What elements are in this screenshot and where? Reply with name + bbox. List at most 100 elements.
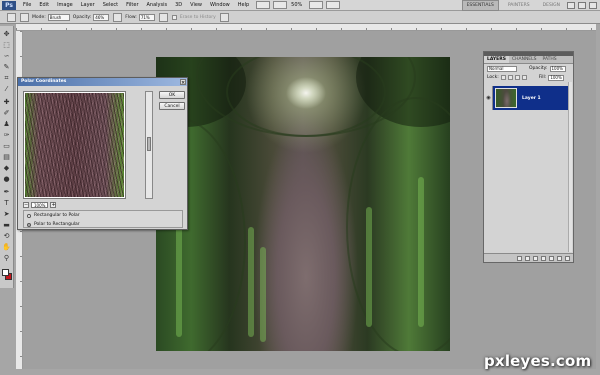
blur-tool-icon[interactable]: ◆: [2, 164, 11, 173]
polar-options-group: Rectangular to Polar Polar to Rectangula…: [23, 210, 183, 228]
ok-button[interactable]: OK: [159, 91, 185, 99]
eyedropper-tool-icon[interactable]: ⁄: [2, 85, 11, 94]
airbrush-icon[interactable]: [158, 12, 168, 22]
launch-minibridge-button[interactable]: [273, 1, 288, 9]
tab-channels[interactable]: CHANNELS: [509, 56, 540, 63]
layer-row[interactable]: ◉ Layer 1: [485, 86, 572, 110]
eraser-tool-icon[interactable]: ▭: [2, 142, 11, 151]
close-button[interactable]: [589, 1, 597, 9]
menu-image[interactable]: Image: [53, 0, 77, 11]
mode-label: Mode:: [32, 14, 46, 20]
zoom-out-button[interactable]: −: [23, 201, 29, 208]
horizontal-ruler[interactable]: [16, 24, 596, 31]
lock-pixels-icon[interactable]: [507, 75, 513, 80]
dialog-title: Polar Coordinates: [21, 79, 67, 84]
radio-rect-to-polar[interactable]: [27, 213, 31, 218]
layer-name[interactable]: Layer 1: [522, 96, 541, 101]
erase-to-history-checkbox[interactable]: [171, 14, 177, 20]
brush-tool-icon[interactable]: ✐: [2, 109, 11, 118]
workspace-essentials[interactable]: ESSENTIALS: [461, 0, 499, 11]
opacity-field[interactable]: 46%: [93, 13, 110, 21]
canvas-leaf-streak: [366, 207, 372, 327]
dodge-tool-icon[interactable]: ●: [2, 175, 11, 184]
layer-opacity-field[interactable]: 100%: [549, 65, 566, 72]
minimize-button[interactable]: [567, 1, 575, 9]
screen-mode-button[interactable]: [326, 1, 341, 9]
shape-tool-icon[interactable]: ▬: [2, 221, 11, 230]
hand-tool-icon[interactable]: ✋: [2, 243, 11, 252]
lasso-tool-icon[interactable]: ∽: [2, 52, 11, 61]
menu-3d[interactable]: 3D: [171, 0, 186, 11]
menu-edit[interactable]: Edit: [35, 0, 53, 11]
preview-scrollbar[interactable]: [145, 91, 153, 199]
option-rect-to-polar-label: Rectangular to Polar: [34, 213, 80, 218]
menu-file[interactable]: File: [19, 0, 35, 11]
visibility-eye-icon[interactable]: ◉: [485, 86, 493, 110]
option-polar-to-rect[interactable]: Polar to Rectangular: [24, 220, 182, 229]
workspace-design[interactable]: DESIGN: [539, 1, 564, 10]
menu-select[interactable]: Select: [99, 0, 122, 11]
menu-help[interactable]: Help: [234, 0, 253, 11]
lock-position-icon[interactable]: [514, 75, 520, 80]
tool-preset-picker[interactable]: [7, 12, 16, 22]
opacity-label: Opacity:: [72, 14, 92, 20]
zoom-tool-icon[interactable]: ⚲: [2, 254, 11, 263]
lock-all-icon[interactable]: [521, 75, 527, 80]
layers-scrollbar[interactable]: [568, 82, 572, 252]
photoshop-logo: Ps: [2, 0, 16, 10]
launch-bridge-button[interactable]: [256, 1, 271, 9]
tab-paths[interactable]: PATHS: [540, 56, 560, 63]
zoom-level[interactable]: 50%: [287, 0, 306, 11]
marquee-tool-icon[interactable]: ⬚: [2, 41, 11, 50]
path-selection-tool-icon[interactable]: ➤: [2, 210, 11, 219]
tab-layers[interactable]: LAYERS: [484, 56, 509, 63]
add-mask-icon[interactable]: [533, 255, 538, 261]
dialog-title-bar[interactable]: Polar Coordinates ×: [18, 78, 187, 86]
option-rect-to-polar[interactable]: Rectangular to Polar: [24, 211, 182, 220]
maximize-button[interactable]: [578, 1, 586, 9]
delete-layer-icon[interactable]: [565, 255, 570, 261]
blend-mode-select[interactable]: Normal: [487, 65, 517, 72]
adjustment-layer-icon[interactable]: [541, 255, 546, 261]
workspace-painters[interactable]: PAINTERS: [504, 1, 534, 10]
fill-field[interactable]: 100%: [548, 74, 565, 81]
history-brush-tool-icon[interactable]: ✑: [2, 131, 11, 140]
move-tool-icon[interactable]: ✥: [2, 30, 11, 39]
menu-layer[interactable]: Layer: [77, 0, 99, 11]
tools-panel: ✥ ⬚ ∽ ✎ ⌗ ⁄ ✚ ✐ ♟ ✑ ▭ ▤ ◆ ● ✒ T ➤ ▬ ⟲ ✋ …: [0, 26, 14, 288]
brush-preset-picker[interactable]: [20, 12, 29, 22]
document-canvas[interactable]: [156, 57, 450, 351]
layer-style-icon[interactable]: [525, 255, 530, 261]
link-layers-icon[interactable]: [517, 255, 522, 261]
new-group-icon[interactable]: [549, 255, 554, 261]
pen-tool-icon[interactable]: ✒: [2, 188, 11, 197]
menu-filter[interactable]: Filter: [122, 0, 142, 11]
flow-field[interactable]: 71%: [138, 13, 155, 21]
healing-brush-tool-icon[interactable]: ✚: [2, 98, 11, 107]
3d-rotate-tool-icon[interactable]: ⟲: [2, 232, 11, 241]
new-layer-icon[interactable]: [557, 255, 562, 261]
dialog-close-icon[interactable]: ×: [180, 79, 186, 86]
cancel-button[interactable]: Cancel: [159, 102, 185, 110]
type-tool-icon[interactable]: T: [2, 199, 11, 208]
zoom-in-button[interactable]: +: [50, 201, 57, 208]
pressure-size-icon[interactable]: [219, 12, 229, 22]
radio-polar-to-rect[interactable]: [27, 222, 31, 227]
lock-transparency-icon[interactable]: [500, 75, 506, 80]
preview-image: [25, 93, 124, 197]
menu-window[interactable]: Window: [206, 0, 234, 11]
options-bar: Mode: Brush Opacity: 46% Flow: 71% Erase…: [0, 11, 600, 24]
gradient-tool-icon[interactable]: ▤: [2, 153, 11, 162]
mode-select[interactable]: Brush: [47, 13, 70, 21]
pressure-opacity-icon[interactable]: [113, 12, 123, 22]
menu-analysis[interactable]: Analysis: [143, 0, 172, 11]
quick-selection-tool-icon[interactable]: ✎: [2, 63, 11, 72]
canvas-branch-arc: [346, 97, 450, 351]
menu-view[interactable]: View: [186, 0, 206, 11]
arrange-documents-button[interactable]: [309, 1, 324, 9]
scrollbar-thumb[interactable]: [147, 137, 151, 151]
clone-stamp-tool-icon[interactable]: ♟: [2, 120, 11, 129]
filter-preview[interactable]: [23, 91, 126, 199]
foreground-color-swatch[interactable]: [2, 269, 9, 276]
crop-tool-icon[interactable]: ⌗: [2, 74, 11, 83]
